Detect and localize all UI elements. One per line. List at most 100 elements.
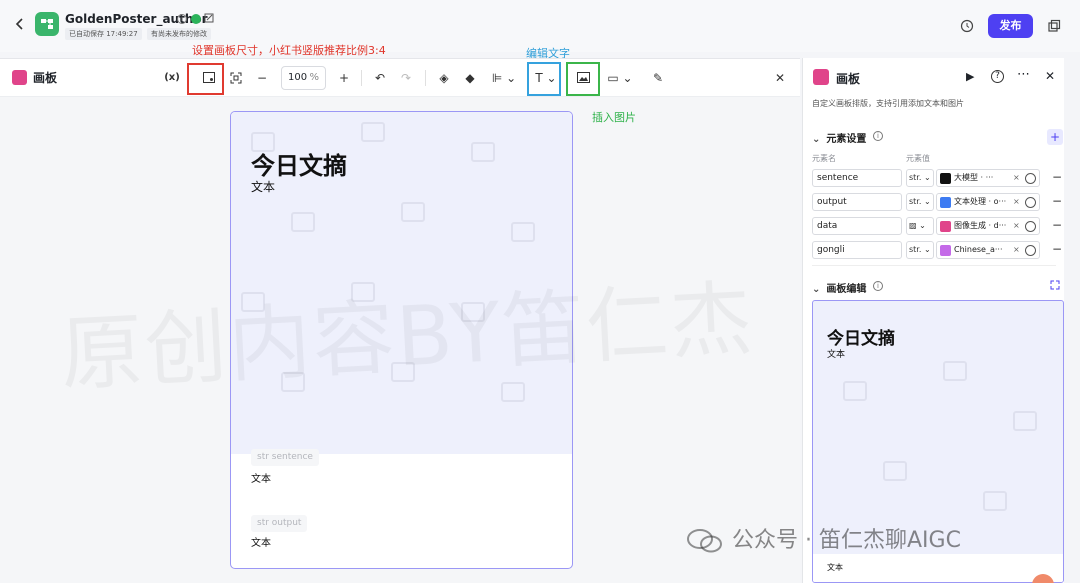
element-value-ref[interactable]: 大模型 · ··· × bbox=[936, 169, 1040, 187]
poster-text-sentence[interactable]: 文本 bbox=[251, 470, 271, 485]
close-icon[interactable]: ✕ bbox=[770, 68, 790, 88]
element-row: output str. ⌄ 文本处理 · o··· × − bbox=[812, 193, 1062, 213]
target-icon[interactable] bbox=[1025, 173, 1036, 184]
run-icon[interactable]: ▶ bbox=[966, 70, 974, 83]
node-icon bbox=[940, 221, 951, 232]
clear-icon[interactable]: × bbox=[1013, 218, 1020, 234]
sidebar-title: 画板 bbox=[836, 72, 861, 86]
element-value-ref[interactable]: 文本处理 · o··· × bbox=[936, 193, 1040, 211]
status-ok-icon bbox=[191, 14, 201, 24]
preview-subtitle: 文本 bbox=[827, 350, 846, 360]
image-placeholder-icon bbox=[501, 382, 525, 402]
element-value-text: 大模型 · ··· bbox=[954, 173, 994, 182]
element-settings-header[interactable]: ⌄ 元素设置 bbox=[812, 130, 866, 145]
annotation-insert-image: 插入图片 bbox=[592, 111, 636, 124]
edit-icon[interactable] bbox=[204, 13, 214, 23]
chevron-down-icon: ⌄ bbox=[812, 284, 821, 295]
sidebar-description: 自定义画板排版，支持引用添加文本和图片 bbox=[812, 99, 964, 108]
redo-icon[interactable]: ↷ bbox=[396, 68, 416, 88]
layer-up-icon[interactable]: ◈ bbox=[434, 68, 454, 88]
variable-button[interactable]: (x) bbox=[162, 68, 182, 88]
node-icon bbox=[940, 245, 951, 256]
image-placeholder-icon bbox=[943, 361, 967, 381]
remove-row-button[interactable]: − bbox=[1052, 241, 1062, 257]
expand-icon[interactable] bbox=[1050, 280, 1060, 290]
zoom-input[interactable]: 100% bbox=[281, 66, 326, 90]
canvas-board-icon bbox=[12, 70, 27, 85]
element-row: gongli str. ⌄ Chinese_a··· × − bbox=[812, 241, 1062, 261]
element-name-input[interactable]: output bbox=[812, 193, 902, 211]
column-name-header: 元素名 bbox=[812, 154, 836, 163]
fit-screen-icon[interactable] bbox=[226, 68, 246, 88]
element-type-select[interactable]: str. ⌄ bbox=[906, 193, 934, 211]
shape-tool-icon[interactable]: ▭ ⌄ bbox=[604, 68, 636, 88]
image-placeholder-icon bbox=[471, 142, 495, 162]
highlight-image-tool bbox=[566, 62, 600, 96]
help-icon[interactable]: ? bbox=[991, 70, 1004, 83]
close-icon[interactable]: ✕ bbox=[1045, 69, 1055, 83]
element-value-text: 图像生成 · d··· bbox=[954, 221, 1007, 230]
element-type-select[interactable]: str. ⌄ bbox=[906, 241, 934, 259]
preview-text: 文本 bbox=[827, 563, 843, 572]
column-value-header: 元素值 bbox=[906, 154, 930, 163]
target-icon[interactable] bbox=[1025, 245, 1036, 256]
pen-tool-icon[interactable]: ✎ bbox=[648, 68, 668, 88]
element-name-input[interactable]: data bbox=[812, 217, 902, 235]
undo-icon[interactable]: ↶ bbox=[370, 68, 390, 88]
zoom-out-button[interactable]: − bbox=[252, 68, 272, 88]
element-name-input[interactable]: gongli bbox=[812, 241, 902, 259]
clear-icon[interactable]: × bbox=[1013, 242, 1020, 258]
element-value-text: 文本处理 · o··· bbox=[954, 197, 1007, 206]
poster-subtitle[interactable]: 文本 bbox=[251, 178, 275, 195]
clear-icon[interactable]: × bbox=[1013, 170, 1020, 186]
canvas-toolbar: 画板 (x) − 100% + ↶ ↷ ◈ ◆ ⊫ ⌄ T ⌄ ▭ ⌄ ✎ ✕ bbox=[0, 59, 800, 97]
image-placeholder-icon bbox=[843, 381, 867, 401]
element-value-ref[interactable]: 图像生成 · d··· × bbox=[936, 217, 1040, 235]
element-settings-label: 元素设置 bbox=[826, 134, 867, 145]
element-value-ref[interactable]: Chinese_a··· × bbox=[936, 241, 1040, 259]
preview-text-area bbox=[813, 554, 1063, 582]
layer-down-icon[interactable]: ◆ bbox=[460, 68, 480, 88]
chevron-down-icon: ⌄ bbox=[812, 134, 821, 145]
element-type-select[interactable]: ▨ ⌄ bbox=[906, 217, 934, 235]
more-icon[interactable]: ⋯ bbox=[1017, 67, 1030, 82]
image-placeholder-icon bbox=[401, 202, 425, 222]
canvas-board-icon bbox=[813, 69, 829, 85]
toolbar-divider bbox=[361, 70, 362, 86]
element-row: data ▨ ⌄ 图像生成 · d··· × − bbox=[812, 217, 1062, 237]
image-placeholder-icon bbox=[291, 212, 315, 232]
remove-row-button[interactable]: − bbox=[1052, 169, 1062, 185]
zoom-in-button[interactable]: + bbox=[334, 68, 354, 88]
watermark-credit: 公众号 · 笛仁杰聊AIGC bbox=[686, 522, 961, 554]
element-type-select[interactable]: str. ⌄ bbox=[906, 169, 934, 187]
history-icon[interactable] bbox=[960, 19, 974, 33]
clear-icon[interactable]: × bbox=[1013, 194, 1020, 210]
unpublished-badge: 有尚未发布的修改 bbox=[147, 28, 211, 40]
element-name-input[interactable]: sentence bbox=[812, 169, 902, 187]
add-element-button[interactable]: + bbox=[1047, 129, 1063, 145]
toolbar-divider bbox=[425, 70, 426, 86]
annotation-size-hint: 设置画板尺寸，小红书竖版推荐比例3:4 bbox=[192, 44, 386, 57]
info-icon[interactable]: i bbox=[873, 281, 883, 291]
back-arrow-icon[interactable] bbox=[12, 16, 28, 32]
canvas-edit-header[interactable]: ⌄ 画板编辑 bbox=[812, 280, 866, 295]
info-icon[interactable]: i bbox=[177, 14, 187, 24]
poster-text-output[interactable]: 文本 bbox=[251, 534, 271, 549]
align-icon[interactable]: ⊫ ⌄ bbox=[488, 68, 520, 88]
target-icon[interactable] bbox=[1025, 197, 1036, 208]
poster-tag-output: str output bbox=[251, 515, 308, 532]
remove-row-button[interactable]: − bbox=[1052, 193, 1062, 209]
info-icon[interactable]: i bbox=[873, 131, 883, 141]
publish-button[interactable]: 发布 bbox=[988, 14, 1033, 38]
element-type-label: str. bbox=[909, 197, 922, 206]
poster-title[interactable]: 今日文摘 bbox=[251, 146, 347, 181]
poster-tag-sentence: str sentence bbox=[251, 449, 319, 466]
image-type-icon: ▨ bbox=[909, 221, 917, 230]
remove-row-button[interactable]: − bbox=[1052, 217, 1062, 233]
node-icon bbox=[940, 197, 951, 208]
autosave-badge: 已自动保存 17:49:27 bbox=[65, 28, 142, 40]
canvas-title: 画板 bbox=[33, 71, 58, 85]
zoom-unit: % bbox=[309, 72, 319, 83]
target-icon[interactable] bbox=[1025, 221, 1036, 232]
duplicate-icon[interactable] bbox=[1047, 19, 1061, 33]
